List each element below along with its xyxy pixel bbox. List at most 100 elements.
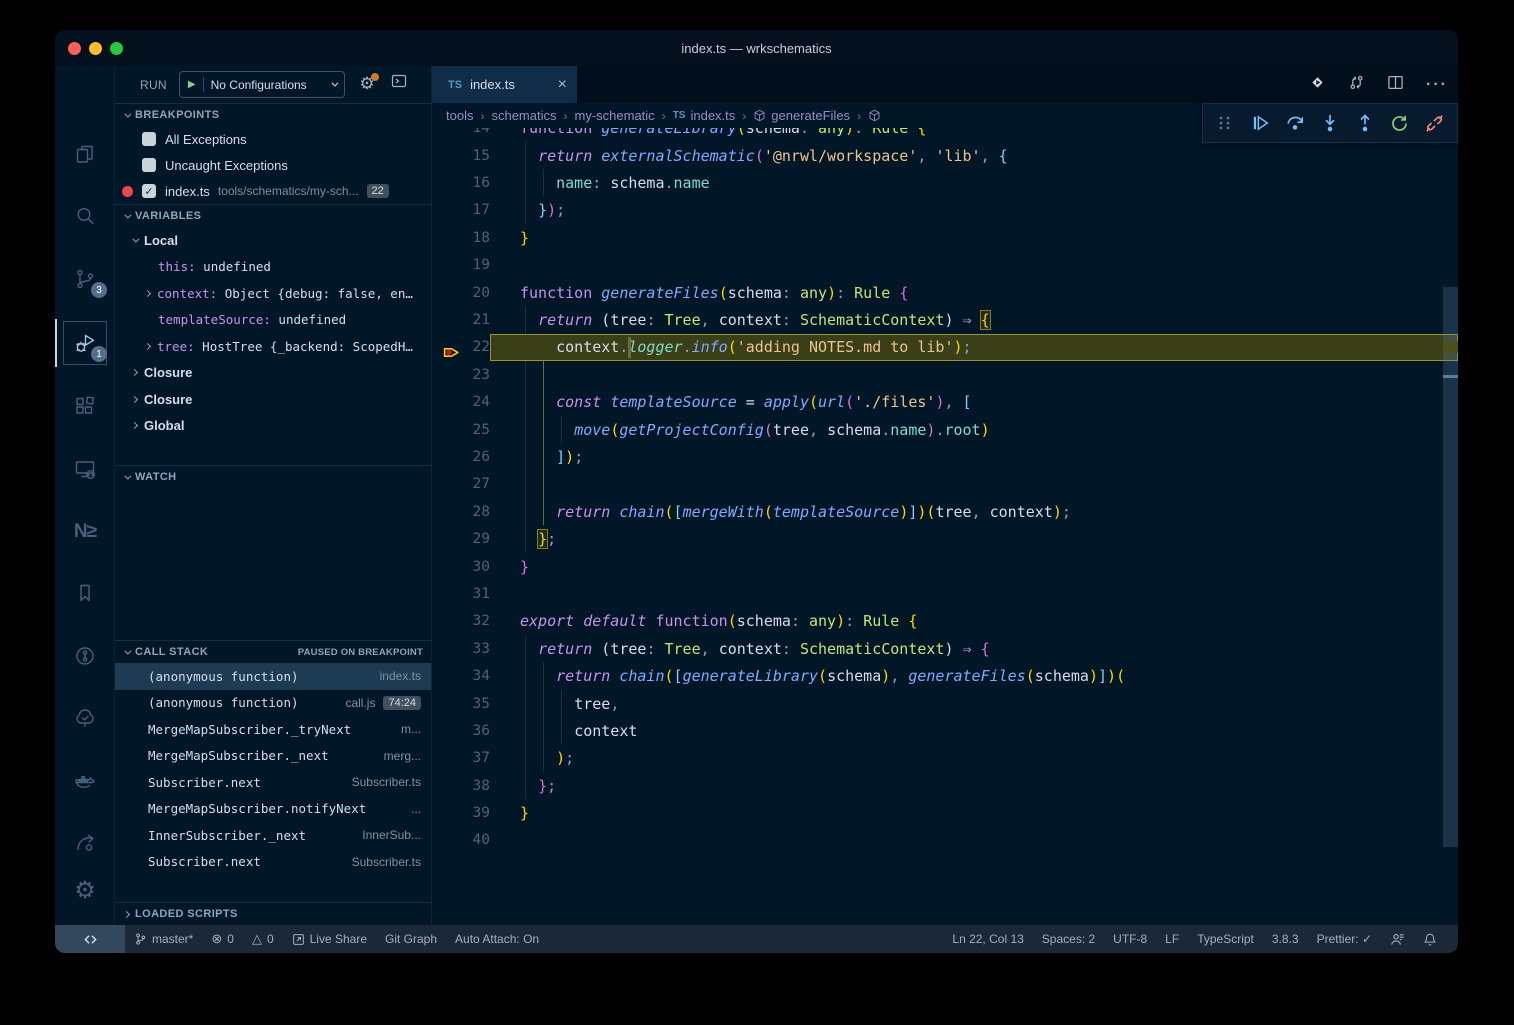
step-into-button[interactable] xyxy=(1318,109,1343,137)
test-explorer-icon[interactable] xyxy=(55,694,115,742)
code-area[interactable]: 14function generateLibrary(schema: any):… xyxy=(432,128,1458,925)
bookmarks-icon[interactable] xyxy=(55,569,115,617)
explorer-icon[interactable] xyxy=(55,130,115,178)
line-number[interactable]: 20 xyxy=(432,285,490,301)
code-line-22[interactable]: 22 context.logger.info('adding NOTES.md … xyxy=(432,334,1458,361)
breadcrumb-item[interactable]: generateFiles xyxy=(753,108,850,123)
code-line-15[interactable]: 15 return externalSchematic('@nrwl/works… xyxy=(432,142,1458,169)
run-and-debug-icon[interactable]: 1 xyxy=(55,319,115,367)
disconnect-button[interactable] xyxy=(1422,109,1447,137)
line-number[interactable]: 27 xyxy=(432,476,490,492)
code-line-25[interactable]: 25 move(getProjectConfig(tree, schema.na… xyxy=(432,416,1458,443)
line-number[interactable]: 31 xyxy=(432,586,490,602)
breakpoint-checkbox[interactable] xyxy=(142,132,156,146)
source-control-icon[interactable]: 3 xyxy=(55,255,115,303)
code-line-19[interactable]: 19 xyxy=(432,252,1458,279)
statusbar-git-graph[interactable]: Git Graph xyxy=(376,925,446,953)
docker-icon[interactable] xyxy=(55,757,115,805)
line-number[interactable]: 22 xyxy=(432,339,490,355)
statusbar-indentation[interactable]: Spaces: 2 xyxy=(1033,925,1104,953)
run-file-icon[interactable] xyxy=(1309,74,1326,96)
statusbar-cursor-position[interactable]: Ln 22, Col 13 xyxy=(943,925,1032,953)
breakpoint-row[interactable]: Uncaught Exceptions xyxy=(115,152,431,178)
line-number[interactable]: 29 xyxy=(432,531,490,547)
breakpoint-row[interactable]: All Exceptions xyxy=(115,126,431,152)
line-number[interactable]: 24 xyxy=(432,394,490,410)
variable-scope-row[interactable]: Closure xyxy=(115,360,431,387)
nx-console-icon[interactable]: N≥ xyxy=(55,508,115,556)
statusbar-remote-indicator[interactable] xyxy=(55,925,125,953)
code-line-38[interactable]: 38 }; xyxy=(432,772,1458,799)
breadcrumb-item[interactable] xyxy=(868,109,886,122)
line-number[interactable]: 25 xyxy=(432,422,490,438)
step-out-button[interactable] xyxy=(1352,109,1377,137)
watch-header[interactable]: WATCH xyxy=(115,465,431,488)
line-number[interactable]: 32 xyxy=(432,613,490,629)
variable-scope-row[interactable]: Local xyxy=(115,227,431,254)
line-number[interactable]: 37 xyxy=(432,750,490,766)
drag-handle[interactable] xyxy=(1213,109,1238,137)
line-number[interactable]: 17 xyxy=(432,202,490,218)
line-number[interactable]: 21 xyxy=(432,312,490,328)
more-actions-icon[interactable]: ··· xyxy=(1426,76,1448,94)
code-line-23[interactable]: 23 xyxy=(432,361,1458,388)
variable-row[interactable]: templateSource: undefined xyxy=(115,307,431,334)
variables-header[interactable]: VARIABLES xyxy=(115,204,431,227)
launch-config-dropdown[interactable]: ▶ No Configurations xyxy=(179,71,345,98)
code-line-21[interactable]: 21 return (tree: Tree, context: Schemati… xyxy=(432,306,1458,333)
line-number[interactable]: 16 xyxy=(432,175,490,191)
breakpoints-header[interactable]: BREAKPOINTS xyxy=(115,103,431,126)
step-over-button[interactable] xyxy=(1283,109,1308,137)
breadcrumb-item[interactable]: tools xyxy=(446,108,473,123)
code-line-30[interactable]: 30} xyxy=(432,553,1458,580)
code-line-33[interactable]: 33 return (tree: Tree, context: Schemati… xyxy=(432,635,1458,662)
zoom-window-button[interactable] xyxy=(110,42,123,55)
scrollbar-thumb[interactable] xyxy=(1443,287,1458,847)
statusbar-prettier[interactable]: Prettier: ✓ xyxy=(1308,925,1381,953)
call-stack-frame[interactable]: Subscriber.nextSubscriber.ts xyxy=(115,769,431,796)
code-line-39[interactable]: 39} xyxy=(432,799,1458,826)
search-icon[interactable] xyxy=(55,192,115,240)
variable-scope-row[interactable]: Global xyxy=(115,413,431,440)
code-line-35[interactable]: 35 tree, xyxy=(432,690,1458,717)
code-line-28[interactable]: 28 return chain([mergeWith(templateSourc… xyxy=(432,498,1458,525)
extensions-icon[interactable] xyxy=(55,382,115,430)
breakpoint-checkbox[interactable] xyxy=(142,158,156,172)
close-window-button[interactable] xyxy=(68,42,81,55)
code-line-40[interactable]: 40 xyxy=(432,827,1458,854)
line-number[interactable]: 28 xyxy=(432,504,490,520)
code-line-37[interactable]: 37 ); xyxy=(432,745,1458,772)
line-number[interactable]: 14 xyxy=(432,128,490,136)
continue-button[interactable] xyxy=(1248,109,1273,137)
split-editor-icon[interactable] xyxy=(1387,74,1404,96)
line-number[interactable]: 15 xyxy=(432,148,490,164)
call-stack-frame[interactable]: (anonymous function)call.js74:24 xyxy=(115,690,431,717)
breakpoint-row[interactable]: ✓index.tstools/schematics/my-sch...22 xyxy=(115,178,431,204)
call-stack-frame[interactable]: MergeMapSubscriber._nextmerg... xyxy=(115,743,431,770)
call-stack-header[interactable]: CALL STACK PAUSED ON BREAKPOINT xyxy=(115,640,431,663)
statusbar-eol[interactable]: LF xyxy=(1156,925,1188,953)
breadcrumb-item[interactable]: schematics xyxy=(491,108,556,123)
statusbar-errors[interactable]: ⊗0 xyxy=(202,925,243,953)
git-compare-icon[interactable] xyxy=(1348,74,1365,96)
code-line-18[interactable]: 18} xyxy=(432,224,1458,251)
line-number[interactable]: 38 xyxy=(432,778,490,794)
code-line-16[interactable]: 16 name: schema.name xyxy=(432,169,1458,196)
call-stack-frame[interactable]: (anonymous function)index.ts xyxy=(115,663,431,690)
variable-row[interactable]: tree: HostTree {_backend: ScopedH… xyxy=(115,333,431,360)
code-line-29[interactable]: 29 }; xyxy=(432,525,1458,552)
code-line-17[interactable]: 17 }); xyxy=(432,197,1458,224)
gitlens-icon[interactable] xyxy=(55,632,115,680)
statusbar-warnings[interactable]: △0 xyxy=(243,925,283,953)
line-number[interactable]: 39 xyxy=(432,805,490,821)
call-stack-frame[interactable]: MergeMapSubscriber.notifyNext... xyxy=(115,796,431,823)
statusbar-language-mode[interactable]: TypeScript xyxy=(1188,925,1263,953)
line-number[interactable]: 35 xyxy=(432,696,490,712)
code-line-26[interactable]: 26 ]); xyxy=(432,443,1458,470)
line-number[interactable]: 19 xyxy=(432,257,490,273)
code-line-24[interactable]: 24 const templateSource = apply(url('./f… xyxy=(432,389,1458,416)
line-number[interactable]: 36 xyxy=(432,723,490,739)
code-line-27[interactable]: 27 xyxy=(432,471,1458,498)
breadcrumb-item[interactable]: TSindex.ts xyxy=(673,108,736,123)
code-line-20[interactable]: 20function generateFiles(schema: any): R… xyxy=(432,279,1458,306)
